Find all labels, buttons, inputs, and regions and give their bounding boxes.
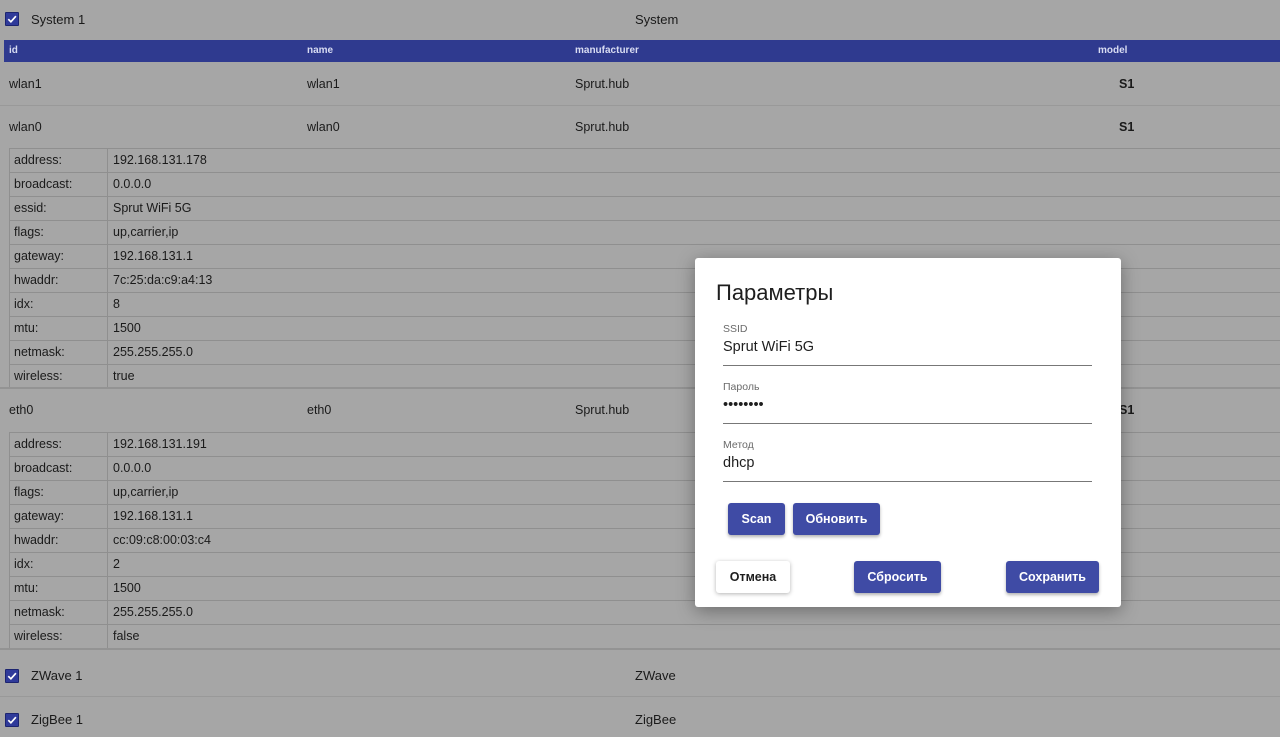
property-key: hwaddr:	[14, 273, 59, 287]
scan-button[interactable]: Scan	[728, 503, 785, 535]
device-model: S1	[1119, 403, 1135, 417]
ssid-field[interactable]: SSID Sprut WiFi 5G	[723, 323, 1092, 366]
property-value: 2	[113, 557, 120, 571]
property-value: up,carrier,ip	[113, 485, 179, 499]
device-model: S1	[1119, 120, 1135, 134]
system-row: System 1 System	[0, 0, 1280, 38]
property-row: wireless: false	[10, 625, 1280, 649]
zwave-row: ZWave 1 ZWave	[0, 652, 1280, 697]
property-key: broadcast:	[14, 177, 73, 191]
cancel-button[interactable]: Отмена	[716, 561, 790, 593]
zigbee-label: ZigBee 1	[31, 712, 84, 727]
save-button[interactable]: Сохранить	[1006, 561, 1099, 593]
device-manufacturer: Sprut.hub	[575, 120, 630, 134]
device-name: wlan0	[307, 120, 340, 134]
column-header-id[interactable]: id	[9, 45, 18, 56]
property-value: Sprut WiFi 5G	[113, 201, 192, 215]
property-key: idx:	[14, 557, 34, 571]
column-header-model[interactable]: model	[1098, 45, 1127, 56]
column-header-manufacturer[interactable]: manufacturer	[575, 45, 639, 56]
property-value: 255.255.255.0	[113, 605, 193, 619]
property-key: netmask:	[14, 345, 65, 359]
device-row-wlan0[interactable]: wlan0 wlan0 Sprut.hub S1	[0, 105, 1280, 147]
system-checkbox[interactable]	[5, 12, 19, 26]
property-key: broadcast:	[14, 461, 73, 475]
reset-button[interactable]: Сбросить	[854, 561, 941, 593]
device-manufacturer: Sprut.hub	[575, 77, 630, 91]
property-value: 7c:25:da:c9:a4:13	[113, 273, 213, 287]
property-row: broadcast: 0.0.0.0	[10, 173, 1280, 197]
zwave-label: ZWave 1	[31, 668, 83, 683]
property-value: 1500	[113, 581, 141, 595]
property-row: address: 192.168.131.178	[10, 149, 1280, 173]
method-label: Метод	[723, 439, 754, 451]
property-key: idx:	[14, 297, 34, 311]
property-value: true	[113, 369, 135, 383]
property-row: flags: up,carrier,ip	[10, 221, 1280, 245]
method-input[interactable]: dhcp	[723, 455, 754, 471]
device-id: wlan1	[9, 77, 42, 91]
checkbox-checked-icon	[7, 716, 17, 725]
device-model: S1	[1119, 77, 1135, 91]
password-input[interactable]: ••••••••	[723, 397, 764, 413]
system-type: System	[635, 12, 679, 27]
property-value: 0.0.0.0	[113, 177, 152, 191]
divider	[0, 648, 1280, 650]
property-row: essid: Sprut WiFi 5G	[10, 197, 1280, 221]
property-value: 192.168.131.178	[113, 153, 207, 167]
property-key: wireless:	[14, 369, 63, 383]
property-key: mtu:	[14, 581, 39, 595]
property-value: 8	[113, 297, 120, 311]
zigbee-type: ZigBee	[635, 712, 677, 727]
devices-table-header: id name manufacturer model	[4, 40, 1280, 62]
property-key: address:	[14, 437, 62, 451]
property-key: netmask:	[14, 605, 65, 619]
column-header-name[interactable]: name	[307, 45, 333, 56]
zwave-checkbox[interactable]	[5, 669, 19, 683]
device-id: eth0	[9, 403, 34, 417]
zwave-type: ZWave	[635, 668, 676, 683]
device-manufacturer: Sprut.hub	[575, 403, 630, 417]
zigbee-row: ZigBee 1 ZigBee	[0, 697, 1280, 737]
password-field[interactable]: Пароль ••••••••	[723, 381, 1092, 424]
dialog-title: Параметры	[716, 280, 834, 305]
property-value: 0.0.0.0	[113, 461, 152, 475]
property-key: address:	[14, 153, 62, 167]
checkbox-checked-icon	[7, 15, 17, 24]
property-key: flags:	[14, 225, 44, 239]
zigbee-checkbox[interactable]	[5, 713, 19, 727]
property-value: 192.168.131.1	[113, 509, 193, 523]
property-key: flags:	[14, 485, 44, 499]
property-value: 255.255.255.0	[113, 345, 193, 359]
parameters-dialog: Параметры SSID Sprut WiFi 5G Пароль ••••…	[695, 258, 1121, 607]
ssid-label: SSID	[723, 323, 748, 335]
property-key: mtu:	[14, 321, 39, 335]
method-field[interactable]: Метод dhcp	[723, 439, 1092, 482]
property-key: gateway:	[14, 249, 65, 263]
device-name: wlan1	[307, 77, 340, 91]
device-name: eth0	[307, 403, 332, 417]
password-label: Пароль	[723, 381, 760, 393]
property-value: 192.168.131.191	[113, 437, 207, 451]
property-key: gateway:	[14, 509, 65, 523]
property-key: essid:	[14, 201, 47, 215]
property-value: up,carrier,ip	[113, 225, 179, 239]
device-row-wlan1[interactable]: wlan1 wlan1 Sprut.hub S1	[0, 62, 1280, 106]
property-value: 192.168.131.1	[113, 249, 193, 263]
property-key: wireless:	[14, 629, 63, 643]
refresh-button[interactable]: Обновить	[793, 503, 880, 535]
checkbox-checked-icon	[7, 672, 17, 681]
property-value: false	[113, 629, 140, 643]
property-key: hwaddr:	[14, 533, 59, 547]
system-label: System 1	[31, 12, 86, 27]
property-value: cc:09:c8:00:03:c4	[113, 533, 211, 547]
device-id: wlan0	[9, 120, 42, 134]
ssid-input[interactable]: Sprut WiFi 5G	[723, 339, 814, 355]
property-value: 1500	[113, 321, 141, 335]
